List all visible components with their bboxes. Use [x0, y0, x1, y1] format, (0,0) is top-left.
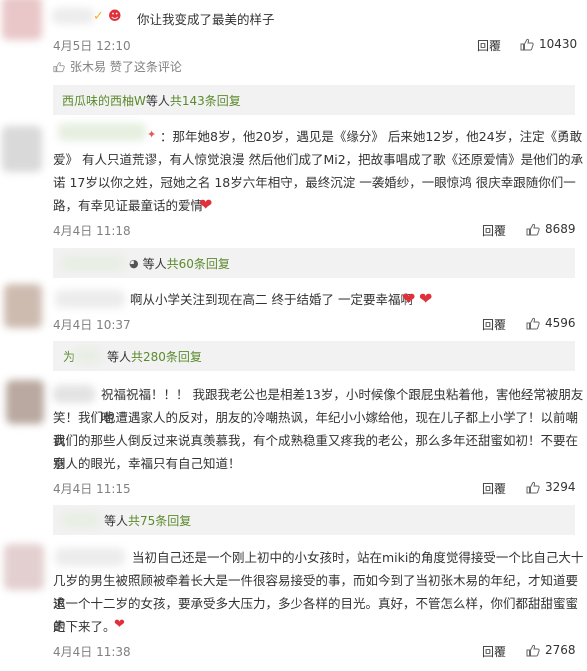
reply-user[interactable]: 西瓜味的西柚W — [62, 92, 146, 109]
thumbs-up-icon — [53, 61, 65, 72]
username[interactable] — [55, 290, 125, 308]
like-button[interactable]: 2768 — [526, 643, 576, 657]
comment-line: 走下来了。 — [53, 619, 116, 634]
thumbs-up-icon — [526, 644, 540, 656]
like-button[interactable]: 4596 — [526, 316, 576, 330]
comment-line: ：那年她8岁，他20岁，遇见是《缘分》 后来她12岁，他24岁，注定《勇敢 — [160, 129, 583, 144]
avatar[interactable] — [4, 544, 44, 590]
reply-summary-text: 等人 — [104, 513, 129, 528]
like-button[interactable]: 8689 — [526, 222, 576, 236]
thumbs-up-icon — [526, 317, 540, 329]
comment-line: 爱》 有人只道荒谬，有人惊觉浪漫 然后他们成了Mi2，把故事唱成了歌《还原爱情》… — [53, 152, 584, 167]
emoji-icon: ✦ — [147, 128, 157, 141]
reply-user[interactable] — [61, 512, 101, 528]
heart-emoji-icon: ❤ — [199, 195, 213, 214]
reply-summary-text: 等人 — [107, 349, 132, 364]
reply-button[interactable]: 回覆 — [482, 480, 506, 497]
like-button[interactable]: 10430 — [520, 37, 577, 51]
comment-line: 别人的眼光，幸福只有自己知道！ — [53, 456, 241, 471]
comment-time: 4月4日 11:18 — [53, 224, 131, 238]
heart-emoji-icon: ❤ — [402, 289, 416, 308]
reply-count-link[interactable]: 共75条回复 — [128, 512, 191, 529]
comment-time: 4月4日 11:38 — [53, 645, 131, 659]
comment-line: 求一个十二岁的女孩，要承受多大压力，多少各样的目光。真好，不管怎么样，你们都甜甜… — [53, 596, 579, 634]
like-button[interactable]: 3294 — [526, 480, 576, 494]
avatar[interactable] — [4, 284, 42, 328]
thumbs-up-icon — [526, 481, 540, 493]
reply-user-blur — [75, 348, 102, 364]
medal-icon: ✓ — [93, 9, 104, 24]
like-count: 8689 — [545, 222, 576, 236]
comment-text: 啊从小学关注到现在高二 终于结婚了 一定要幸福啊 — [130, 292, 413, 307]
liked-by-note: 张木易 赞了这条评论 — [53, 58, 182, 75]
emoji-icon: ◕ — [129, 256, 139, 270]
reply-count-link[interactable]: 共143条回复 — [170, 92, 241, 109]
thumbs-up-icon — [520, 38, 534, 50]
avatar[interactable] — [2, 0, 42, 40]
reply-summary-bar[interactable]: ◕ 等人 共60条回复 — [53, 248, 575, 278]
like-count: 3294 — [545, 480, 576, 494]
comment-time: 4月5日 12:10 — [53, 39, 131, 53]
comment-time: 4月4日 10:37 — [53, 318, 131, 332]
reply-button[interactable]: 回覆 — [482, 222, 506, 239]
reply-button[interactable]: 回覆 — [482, 316, 506, 333]
comment-line: 当初自己还是一个刚上初中的小女孩时，站在miki的角度觉得接受一个比自己大十 — [132, 550, 584, 565]
reply-count-link[interactable]: 共60条回复 — [167, 255, 230, 272]
username[interactable] — [52, 8, 94, 24]
reply-summary-bar[interactable]: 西瓜味的西柚W 等人 共143条回复 — [53, 85, 575, 115]
comment-text: 你让我变成了最美的样子 — [137, 12, 275, 27]
heart-emoji-icon: ❤ — [419, 289, 433, 308]
like-count: 2768 — [545, 643, 576, 657]
comment-time: 4月4日 11:15 — [53, 482, 131, 496]
comment-line: 路，有幸见证最童话的爱情 — [53, 198, 204, 213]
emoji-icon: ☻ — [108, 9, 122, 24]
comment-line: 诺 17岁以你之姓，冠她之名 18岁六年相守，最终沉淀 一袭婚纱，一眼惊鸿 很庆… — [53, 175, 576, 190]
username[interactable] — [58, 123, 146, 141]
reply-summary-text: 等人 — [142, 256, 167, 271]
reply-summary-bar[interactable]: 等人 共75条回复 — [53, 505, 575, 535]
reply-button[interactable]: 回覆 — [477, 37, 501, 54]
liked-by-text: 张木易 赞了这条评论 — [70, 60, 182, 74]
reply-user[interactable]: 为 — [63, 348, 75, 365]
like-count: 10430 — [539, 37, 578, 51]
thumbs-up-icon — [526, 223, 540, 235]
reply-summary-bar[interactable]: 为 等人 共280条回复 — [53, 341, 575, 371]
reply-summary-text: 等人 — [145, 93, 170, 108]
heart-emoji-icon: ❤ — [114, 617, 125, 632]
reply-count-link[interactable]: 共280条回复 — [131, 348, 202, 365]
username[interactable] — [53, 385, 95, 403]
username[interactable] — [55, 548, 125, 566]
like-count: 4596 — [545, 316, 576, 330]
avatar[interactable] — [2, 126, 42, 172]
reply-button[interactable]: 回覆 — [482, 643, 506, 660]
avatar[interactable] — [6, 380, 44, 424]
reply-user[interactable] — [61, 255, 125, 271]
